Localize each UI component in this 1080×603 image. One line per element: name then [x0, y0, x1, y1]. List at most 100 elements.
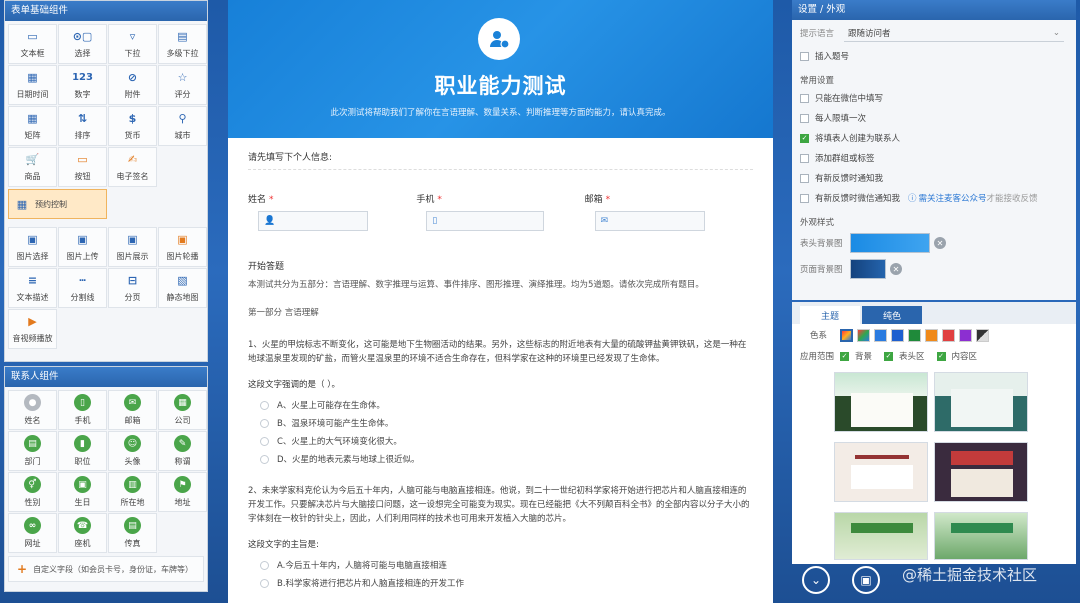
scope-content[interactable]: ✓ 内容区 — [936, 350, 977, 362]
scope-background[interactable]: ✓ 背景 — [840, 350, 872, 362]
component-avatar[interactable]: ☺ 头像 — [108, 431, 157, 471]
wechat-follow-link[interactable]: 需关注麦客公众号 — [919, 192, 987, 204]
tab-theme[interactable]: 主题 — [800, 306, 860, 324]
checkbox[interactable] — [800, 193, 809, 203]
component-product[interactable]: 🛒 商品 — [8, 147, 57, 187]
component-telephone[interactable]: ☎ 座机 — [58, 513, 107, 553]
theme-template[interactable] — [834, 512, 928, 560]
radio[interactable] — [260, 560, 269, 570]
language-select[interactable]: 跟随访问者 ⌄ — [844, 24, 1064, 42]
component-carousel[interactable]: ▣ 图片轮播 — [158, 227, 207, 267]
component-select[interactable]: ⊙▢ 选择 — [58, 24, 107, 64]
checkbox-checked[interactable]: ✓ — [840, 351, 849, 361]
radio[interactable] — [260, 418, 269, 428]
color-chip-navy[interactable] — [891, 328, 904, 342]
tab-solid-color[interactable]: 纯色 — [862, 306, 922, 324]
component-fax[interactable]: ▤ 传真 — [108, 513, 157, 553]
option-b[interactable]: B、温泉环境可能产生生命体。 — [248, 414, 753, 432]
option-a[interactable]: A.今后五十年内，人脑将可能与电脑直接相连 — [248, 556, 753, 574]
phone-input[interactable]: ▯ — [426, 211, 545, 231]
close-icon[interactable]: ✕ — [890, 263, 902, 275]
option-a[interactable]: A、火星上可能存在生命体。 — [248, 396, 753, 414]
name-input[interactable]: 👤 — [258, 211, 368, 231]
color-chip-purple[interactable] — [959, 328, 972, 342]
option-b[interactable]: B.科学家将进行把芯片和人脑直接相连的开发工作 — [248, 574, 753, 592]
option-wechat-only[interactable]: 只能在微信中填写 — [792, 88, 1076, 108]
checkbox-checked[interactable]: ✓ — [936, 351, 946, 361]
component-button[interactable]: ▭ 按钮 — [58, 147, 107, 187]
color-chip-rainbow[interactable] — [857, 328, 870, 342]
checkbox[interactable] — [800, 93, 809, 103]
color-chip-multi[interactable] — [840, 328, 853, 342]
option-c[interactable]: C、火星上的大气环境变化很大。 — [248, 432, 753, 450]
component-datetime[interactable]: ▦ 日期时间 — [8, 65, 57, 105]
component-reservation[interactable]: ▦ 预约控制 — [8, 189, 107, 219]
component-pagination[interactable]: ⊟ 分页 — [108, 268, 157, 308]
component-image-upload[interactable]: ▣ 图片上传 — [58, 227, 107, 267]
color-chip-black[interactable] — [976, 328, 989, 342]
theme-template[interactable] — [934, 372, 1028, 432]
theme-template[interactable] — [834, 372, 928, 432]
option-notify-me[interactable]: 有新反馈时通知我 — [792, 168, 1076, 188]
form-header[interactable]: 职业能力测试 此次测试将帮助我们了解你在言语理解、数量关系、判断推理等方面的能力… — [228, 0, 773, 138]
option-wechat-notify[interactable]: 有新反馈时微信通知我 ⓘ 需关注麦客公众号 才能接收反馈 — [792, 188, 1076, 208]
color-chip-green[interactable] — [908, 328, 921, 342]
theme-template[interactable] — [934, 512, 1028, 560]
component-dropdown[interactable]: ▿ 下拉 — [108, 24, 157, 64]
component-text-desc[interactable]: ≡ 文本描述 — [8, 268, 57, 308]
component-salutation[interactable]: ✎ 称谓 — [158, 431, 207, 471]
option-d[interactable]: D、火星的地表元素与地球上很近似。 — [248, 450, 753, 468]
component-address[interactable]: ⚑ 地址 — [158, 472, 207, 512]
component-image-display[interactable]: ▣ 图片展示 — [108, 227, 157, 267]
checkbox[interactable] — [800, 51, 809, 61]
component-image-select[interactable]: ▣ 图片选择 — [8, 227, 57, 267]
scope-header[interactable]: ✓ 表头区 — [884, 350, 925, 362]
component-number[interactable]: 123 数字 — [58, 65, 107, 105]
component-city[interactable]: ⚲ 城市 — [158, 106, 207, 146]
theme-template[interactable] — [834, 442, 928, 502]
component-email[interactable]: ✉ 邮箱 — [108, 390, 157, 430]
save-button[interactable]: ▣ — [852, 566, 880, 594]
component-static-map[interactable]: ▧ 静态地图 — [158, 268, 207, 308]
collapse-button[interactable]: ⌄ — [802, 566, 830, 594]
option-create-contact[interactable]: ✓ 将填表人创建为联系人 — [792, 128, 1076, 148]
component-region[interactable]: ▥ 所在地 — [108, 472, 157, 512]
header-bg-preview[interactable] — [850, 233, 930, 253]
component-company[interactable]: ▦ 公司 — [158, 390, 207, 430]
radio[interactable] — [260, 400, 269, 410]
theme-template[interactable] — [934, 442, 1028, 502]
component-sort[interactable]: ⇅ 排序 — [58, 106, 107, 146]
checkbox[interactable] — [800, 173, 809, 183]
option-once-per-person[interactable]: 每人限填一次 — [792, 108, 1076, 128]
insert-number-row[interactable]: 插入题号 — [792, 46, 1076, 66]
component-rating[interactable]: ☆ 评分 — [158, 65, 207, 105]
radio[interactable] — [260, 436, 269, 446]
form-subtitle[interactable]: 此次测试将帮助我们了解你在言语理解、数量关系、判断推理等方面的能力，请认真完成。 — [228, 106, 773, 118]
component-website[interactable]: ∞ 网址 — [8, 513, 57, 553]
close-icon[interactable]: ✕ — [934, 237, 946, 249]
component-gender[interactable]: ⚥ 性别 — [8, 472, 57, 512]
component-multi-dropdown[interactable]: ▤ 多级下拉 — [158, 24, 207, 64]
color-chip-red[interactable] — [942, 328, 955, 342]
email-input[interactable]: ✉ — [594, 211, 705, 231]
component-name[interactable]: ● 姓名 — [8, 390, 57, 430]
option-add-group[interactable]: 添加群组或标签 — [792, 148, 1076, 168]
checkbox[interactable] — [800, 113, 809, 123]
component-birthday[interactable]: ▣ 生日 — [58, 472, 107, 512]
checkbox-checked[interactable]: ✓ — [884, 351, 894, 361]
component-attachment[interactable]: ⊘ 附件 — [108, 65, 157, 105]
component-media-play[interactable]: ▶ 音视频播放 — [8, 309, 57, 349]
custom-field-button[interactable]: + 自定义字段（如会员卡号，身份证，车牌等） — [8, 556, 204, 582]
component-signature[interactable]: ✍ 电子签名 — [108, 147, 157, 187]
component-department[interactable]: ▤ 部门 — [8, 431, 57, 471]
component-position[interactable]: ▮ 职位 — [58, 431, 107, 471]
radio[interactable] — [260, 578, 269, 588]
radio[interactable] — [260, 454, 269, 464]
page-bg-preview[interactable] — [850, 259, 886, 279]
component-textbox[interactable]: ▭ 文本框 — [8, 24, 57, 64]
form-title[interactable]: 职业能力测试 — [228, 70, 773, 100]
component-phone[interactable]: ▯ 手机 — [58, 390, 107, 430]
component-matrix[interactable]: ▦ 矩阵 — [8, 106, 57, 146]
component-currency[interactable]: $ 货币 — [108, 106, 157, 146]
color-chip-blue[interactable] — [874, 328, 887, 342]
